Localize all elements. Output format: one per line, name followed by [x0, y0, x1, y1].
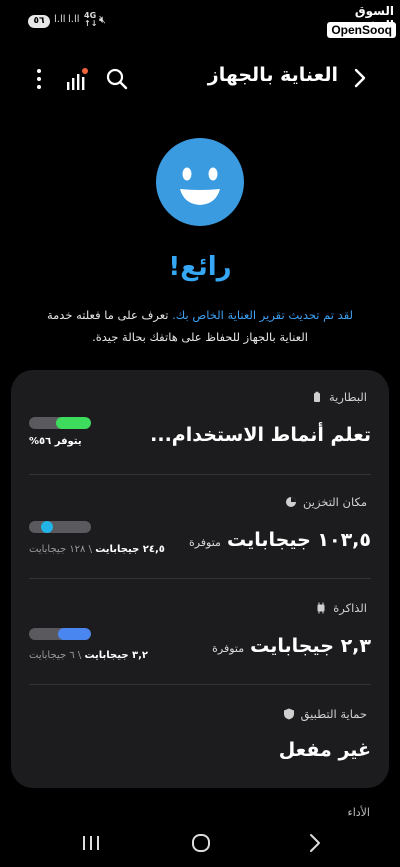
status-headline: رائع!: [168, 252, 232, 282]
memory-available-value: ٢,٣ جيجابايت: [250, 635, 371, 657]
signal-icon-2: l.ll: [68, 14, 80, 25]
app-protection-label: حماية التطبيق: [283, 707, 367, 721]
battery-label-text: البطارية: [328, 390, 367, 404]
storage-total: \ ١٢٨ جيجابايت: [29, 544, 92, 555]
bar-chart-icon[interactable]: [64, 66, 90, 92]
memory-status: ٢,٣ جيجابايت متوفرة: [212, 635, 371, 657]
report-link[interactable]: لقد تم تحديث تقرير العناية الخاص بك.: [172, 308, 353, 322]
memory-label: الذاكرة: [315, 601, 367, 615]
pie-chart-icon: [285, 497, 296, 507]
smiling-face-icon: [156, 138, 244, 226]
storage-section[interactable]: مكان التخزين ١٠٣,٥ جيجابايت متوفرة ٢٤,٥ …: [11, 475, 389, 580]
app-protection-label-text: حماية التطبيق: [300, 707, 367, 721]
mute-icon: 🔇︎: [99, 13, 106, 26]
battery-level-fill: [56, 417, 91, 429]
network-indicator: 4G ↑↓: [84, 12, 97, 28]
app-protection-status-text: غير مفعل: [278, 739, 371, 761]
memory-usage-bar: [29, 628, 91, 640]
storage-label: مكان التخزين: [285, 495, 367, 509]
memory-label-text: الذاكرة: [333, 601, 367, 615]
app-header: العناية بالجهاز: [0, 58, 400, 100]
battery-icon: [313, 391, 320, 402]
battery-status-text: تعلم أنماط الاستخدام...: [150, 424, 371, 446]
home-icon[interactable]: [186, 830, 216, 856]
storage-usage-text: ٢٤,٥ جيجابايت \ ١٢٨ جيجابايت: [29, 544, 165, 555]
battery-level-bar: [29, 417, 91, 429]
storage-status: ١٠٣,٥ جيجابايت متوفرة: [189, 529, 371, 551]
page-title: العناية بالجهاز: [207, 64, 338, 86]
performance-section-label[interactable]: الأداء: [348, 806, 370, 819]
back-icon[interactable]: [300, 830, 330, 856]
status-description: لقد تم تحديث تقرير العناية الخاص بك. تعر…: [40, 304, 360, 348]
battery-level-badge: ٥٦: [28, 15, 50, 28]
storage-available-label: متوفرة: [188, 536, 221, 549]
memory-available-label: متوفرة: [212, 642, 245, 655]
storage-available-value: ١٠٣,٥ جيجابايت: [226, 529, 371, 551]
shield-icon: [283, 708, 294, 720]
signal-icon: l.ll: [54, 14, 66, 25]
battery-available-text: يتوفر ٥٦%: [29, 436, 82, 447]
memory-usage-text: ٣,٢ جيجابايت \ ٦ جيجابايت: [29, 650, 148, 661]
data-arrows-icon: ↑↓: [84, 19, 98, 28]
memory-section[interactable]: الذاكرة ٢,٣ جيجابايت متوفرة ٣,٢ جيجابايت…: [11, 579, 389, 685]
battery-section[interactable]: البطارية تعلم أنماط الاستخدام... يتوفر ٥…: [11, 370, 389, 476]
device-care-card: البطارية تعلم أنماط الاستخدام... يتوفر ٥…: [11, 370, 389, 788]
app-protection-section[interactable]: حماية التطبيق غير مفعل: [11, 685, 389, 785]
memory-chip-icon: [317, 602, 325, 614]
status-bar: ٥٦ l.ll l.ll 4G ↑↓ 🔇︎ السوق المفتوح Open…: [0, 0, 400, 44]
battery-status: تعلم أنماط الاستخدام...: [150, 424, 371, 446]
memory-used: ٣,٢ جيجابايت: [84, 650, 149, 661]
app-protection-status: غير مفعل: [279, 739, 371, 761]
search-icon[interactable]: [104, 66, 130, 92]
opensooq-watermark: السوق المفتوح OpenSooq: [322, 4, 396, 40]
memory-usage-fill: [58, 628, 91, 640]
more-vertical-icon[interactable]: [26, 66, 52, 92]
system-navigation-bar: [0, 822, 400, 867]
battery-label: البطارية: [311, 390, 367, 404]
storage-label-text: مكان التخزين: [302, 495, 367, 509]
recent-apps-icon[interactable]: [76, 830, 106, 856]
memory-total: \ ٦ جيجابايت: [29, 650, 82, 661]
storage-usage-bar: [29, 521, 91, 533]
chevron-right-icon[interactable]: [348, 66, 372, 90]
storage-usage-marker: [40, 521, 53, 533]
storage-used: ٢٤,٥ جيجابايت: [95, 544, 165, 555]
watermark-english: OpenSooq: [327, 22, 396, 38]
